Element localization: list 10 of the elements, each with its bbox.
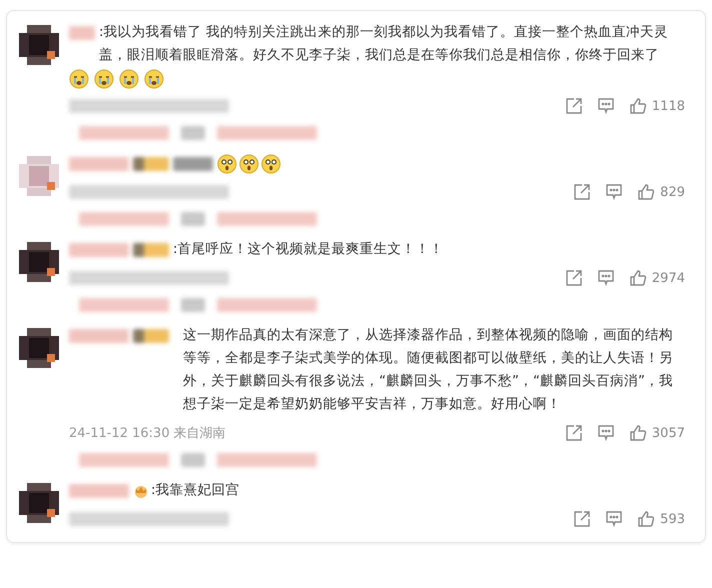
like-button[interactable]: 829	[637, 183, 685, 201]
like-button[interactable]: 2974	[628, 269, 685, 287]
comment-body: :首尾呼应！这个视频就是最爽重生文！！！	[173, 240, 445, 259]
timestamp: 24-11-12 16:30 来自湖南	[69, 425, 226, 442]
comment-body: 这一期作品真的太有深意了，从选择漆器作品，到整体视频的隐喻，画面的结构等等，全都是李子柒式美学的体现。随便截图都可以做壁纸，美的让人失语！另外，关于麒麟回头有很多说法，“麒麟回头，万事不愁”，“麒麟回头百病消”，我想子柒一定是希望奶奶能够平安吉祥，万事如意。好用心啊！	[183, 326, 674, 414]
like-button[interactable]: 1118	[628, 97, 685, 115]
comment-body: :我以为我看错了 我的特别关注跳出来的那一刻我都以为我看错了。直接一整个热血直冲天灵盖，眼泪顺着眼眶滑落。好久不见李子柒，我们总是在等你我们总是相信你，你终于回来了	[99, 23, 669, 65]
like-button[interactable]: 593	[637, 510, 685, 528]
like-button[interactable]: 3057	[628, 424, 685, 442]
comment-body: :我靠熹妃回宫	[151, 481, 241, 500]
